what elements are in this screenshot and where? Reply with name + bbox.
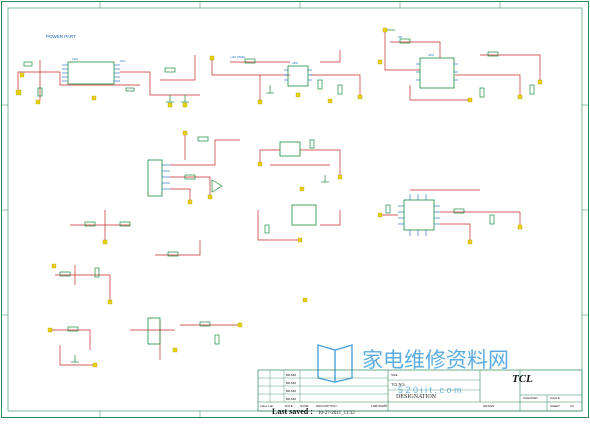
company-logo: TCL xyxy=(512,373,533,385)
section-title: POWER PART xyxy=(46,34,76,39)
circuit-block-connector xyxy=(147,130,240,205)
circuit-block-dcdc-2: U303 VIN xyxy=(377,27,543,103)
scale-label: SCALE xyxy=(550,396,560,400)
circuit-block-power-input: U301 VCC xyxy=(15,55,200,108)
svg-text:+12V_PANEL: +12V_PANEL xyxy=(230,56,246,59)
last-saved-value: 10-27-2011_11:32 xyxy=(318,411,355,416)
ic-dcdc-converter-2 xyxy=(419,57,455,89)
circuit-block-dcdc-1: +12V_PANEL U302 xyxy=(209,50,363,105)
ic-pmic xyxy=(403,199,435,231)
circuit-block-regulator-3v3 xyxy=(257,139,343,303)
ic-ldo-regulator xyxy=(279,141,301,157)
ic-power-switch xyxy=(67,61,115,85)
ic-dcdc-converter-1 xyxy=(287,65,309,87)
schematic-sheet: POWER PART U301 VCC +12V_PANEL U302 U303… xyxy=(0,0,590,420)
circuit-block-pmic xyxy=(377,189,523,245)
revision-row-3: BB-MM xyxy=(286,389,297,393)
designation-label: DESIGNATION xyxy=(396,394,437,400)
revision-row-1: BB-MM xyxy=(286,373,297,377)
revision-header-description: DESCRIPTION xyxy=(316,404,337,408)
ic-bottom-left xyxy=(147,317,161,345)
tcl-no-label: TCLNO: xyxy=(391,382,405,387)
revision-row-2: BB-MM xyxy=(286,381,297,385)
sheet-label: SHEET xyxy=(550,404,560,408)
size-value: A3 xyxy=(570,404,574,408)
svg-text:U301: U301 xyxy=(72,58,79,61)
connector-header xyxy=(147,159,163,197)
revision-row-4: BB-MM xyxy=(286,397,297,401)
watermark-logo-icon xyxy=(317,344,353,383)
checked-label: CHECKED xyxy=(523,396,539,400)
circuit-block-left-misc xyxy=(51,210,201,305)
schematic-canvas: POWER PART U301VCC +12V_PANELU302 U303VI… xyxy=(1,1,589,418)
drawn-label: DRAWN xyxy=(483,404,494,408)
last-modif-label: Last modif xyxy=(371,404,387,408)
svg-text:VIN: VIN xyxy=(398,36,402,39)
size-label: SIZE xyxy=(391,373,398,377)
last-saved-label: Last saved : xyxy=(272,407,313,416)
svg-text:U302: U302 xyxy=(292,62,299,65)
svg-text:U303: U303 xyxy=(428,54,435,57)
svg-text:VCC: VCC xyxy=(120,60,125,63)
circuit-block-bottom-left xyxy=(47,317,243,368)
ic-voltage-supervisor xyxy=(291,204,317,226)
watermark-title: 家电维修资料网 xyxy=(362,349,509,372)
